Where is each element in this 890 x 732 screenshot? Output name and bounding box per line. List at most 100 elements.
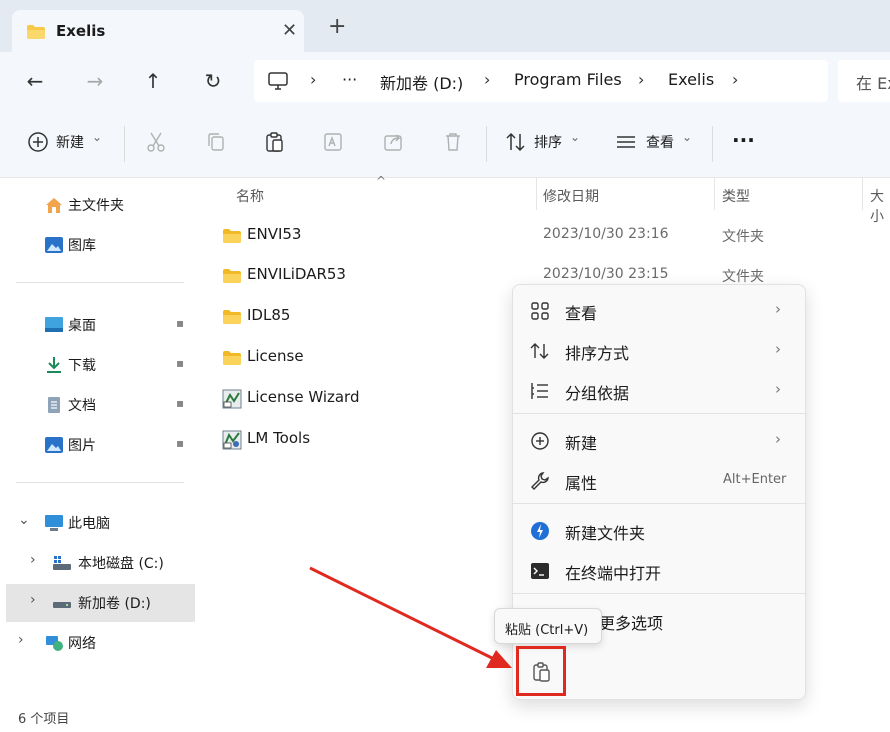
paste-tooltip: 粘贴 (Ctrl+V): [494, 608, 602, 644]
sidebar-item-label: 下载: [68, 358, 96, 374]
pin-icon[interactable]: ▪: [176, 436, 184, 450]
view-button[interactable]: 查看: [646, 132, 674, 152]
sidebar-item-drive-c[interactable]: › 本地磁盘 (C:): [0, 544, 195, 582]
up-button[interactable]: ↑: [138, 66, 168, 96]
share-icon[interactable]: [382, 130, 406, 154]
sidebar-item-home[interactable]: 主文件夹: [0, 186, 195, 224]
column-divider[interactable]: [862, 178, 863, 210]
menu-item-group-by[interactable]: 分组依据 ›: [513, 371, 807, 409]
folder-icon: [27, 25, 45, 39]
sidebar-item-pictures[interactable]: 图片 ▪: [0, 426, 195, 464]
paste-button[interactable]: [516, 646, 566, 696]
sidebar-item-label: 新加卷 (D:): [78, 596, 151, 612]
cut-icon[interactable]: [144, 130, 168, 154]
divider: [16, 282, 184, 283]
column-divider[interactable]: [536, 178, 537, 210]
tooltip-text: 粘贴 (Ctrl+V): [505, 623, 589, 638]
sidebar-item-downloads[interactable]: 下载 ▪: [0, 346, 195, 384]
new-tab-button[interactable]: +: [328, 16, 346, 38]
menu-item-sort-by[interactable]: 排序方式 ›: [513, 331, 807, 369]
chevron-right-icon[interactable]: ›: [30, 552, 36, 568]
sidebar-item-label: 此电脑: [68, 516, 110, 532]
download-icon: [47, 357, 61, 373]
sort-button[interactable]: 排序: [534, 132, 562, 152]
breadcrumb-program-files[interactable]: Program Files: [514, 70, 622, 89]
chevron-right-icon: ›: [775, 380, 781, 398]
address-bar[interactable]: › ··· 新加卷 (D:) › Program Files › Exelis …: [254, 60, 828, 102]
monitor-icon: [268, 72, 288, 90]
folder-icon: [223, 310, 241, 324]
plus-circle-icon: [531, 432, 549, 450]
chevron-right-icon[interactable]: ›: [30, 592, 36, 608]
menu-item-shortcut: Alt+Enter: [723, 472, 787, 487]
sidebar-item-gallery[interactable]: 图库: [0, 226, 195, 264]
tab-exelis[interactable]: Exelis ✕: [12, 10, 304, 52]
navigation-bar: ← → ↑ ↻ › ··· 新加卷 (D:) › Program Files ›…: [0, 52, 890, 110]
menu-item-properties[interactable]: 属性 Alt+Enter: [513, 461, 807, 499]
chevron-right-icon: ›: [775, 300, 781, 318]
status-item-count: 6 个项目: [18, 712, 70, 727]
sidebar-item-label: 文档: [68, 398, 96, 414]
breadcrumb-drive-d[interactable]: 新加卷 (D:): [380, 70, 463, 94]
divider: [712, 126, 713, 162]
file-name: IDL85: [247, 306, 291, 324]
breadcrumb-more-button[interactable]: ···: [342, 70, 357, 89]
command-bar: 新建 ⌄ 排序 ⌄ 查看 ⌄ ···: [0, 110, 890, 178]
drive-icon: [53, 556, 71, 570]
forward-button[interactable]: →: [80, 66, 110, 96]
sidebar-item-documents[interactable]: 文档 ▪: [0, 386, 195, 424]
copy-icon[interactable]: [204, 130, 228, 154]
sidebar-item-label: 本地磁盘 (C:): [78, 556, 164, 572]
sidebar-item-label: 图库: [68, 238, 96, 254]
tab-title: Exelis: [56, 22, 106, 40]
grid-icon: [531, 302, 549, 320]
rename-icon[interactable]: [322, 130, 346, 154]
more-options-button[interactable]: ···: [732, 128, 755, 152]
menu-item-new[interactable]: 新建 ›: [513, 421, 807, 459]
menu-item-view[interactable]: 查看 ›: [513, 291, 807, 329]
menu-item-label: 分组依据: [565, 384, 630, 403]
new-folder-icon: [531, 522, 549, 540]
gallery-icon: [45, 237, 63, 253]
back-button[interactable]: ←: [20, 66, 50, 96]
folder-icon: [223, 229, 241, 243]
menu-item-open-terminal[interactable]: 在终端中打开: [513, 551, 807, 589]
breadcrumb-separator: ›: [484, 70, 491, 89]
new-button[interactable]: 新建: [56, 132, 84, 152]
column-header-name[interactable]: 名称: [236, 186, 264, 206]
file-type: 文件夹: [722, 229, 764, 245]
delete-icon[interactable]: [441, 130, 465, 154]
refresh-button[interactable]: ↻: [198, 66, 228, 96]
breadcrumb-separator: ›: [638, 70, 645, 89]
computer-icon: [45, 515, 63, 531]
breadcrumb-exelis[interactable]: Exelis: [668, 70, 714, 89]
pin-icon[interactable]: ▪: [176, 396, 184, 410]
file-row[interactable]: ENVI53 2023/10/30 23:16 文件夹: [218, 216, 890, 254]
menu-divider: [513, 593, 807, 594]
sort-icon: [530, 343, 549, 359]
chevron-down-icon: ⌄: [92, 130, 103, 144]
search-input[interactable]: 在 Ex: [838, 60, 890, 102]
menu-item-label: 属性: [565, 474, 598, 493]
sidebar-item-desktop[interactable]: 桌面 ▪: [0, 306, 195, 344]
divider: [124, 126, 125, 162]
menu-item-new-folder[interactable]: 新建文件夹: [513, 511, 807, 549]
sidebar-item-drive-d[interactable]: › 新加卷 (D:): [6, 584, 195, 622]
sidebar-item-this-pc[interactable]: ⌄ 此电脑: [0, 504, 195, 542]
pin-icon[interactable]: ▪: [176, 356, 184, 370]
file-type: 文件夹: [722, 269, 764, 285]
plus-circle-icon: [28, 132, 48, 152]
sidebar-item-network[interactable]: › 网络: [0, 624, 195, 662]
menu-item-label: 新建: [565, 434, 598, 453]
column-divider[interactable]: [714, 178, 715, 210]
menu-divider: [513, 503, 807, 504]
close-tab-icon[interactable]: ✕: [282, 20, 297, 41]
paste-icon[interactable]: [263, 130, 287, 154]
column-header-modified[interactable]: 修改日期: [543, 186, 599, 206]
chevron-down-icon[interactable]: ⌄: [18, 512, 30, 528]
pin-icon[interactable]: ▪: [176, 316, 184, 330]
file-name: License Wizard: [247, 388, 360, 406]
chevron-right-icon[interactable]: ›: [18, 632, 24, 648]
column-header-type[interactable]: 类型: [722, 186, 750, 206]
group-icon: [531, 383, 548, 399]
